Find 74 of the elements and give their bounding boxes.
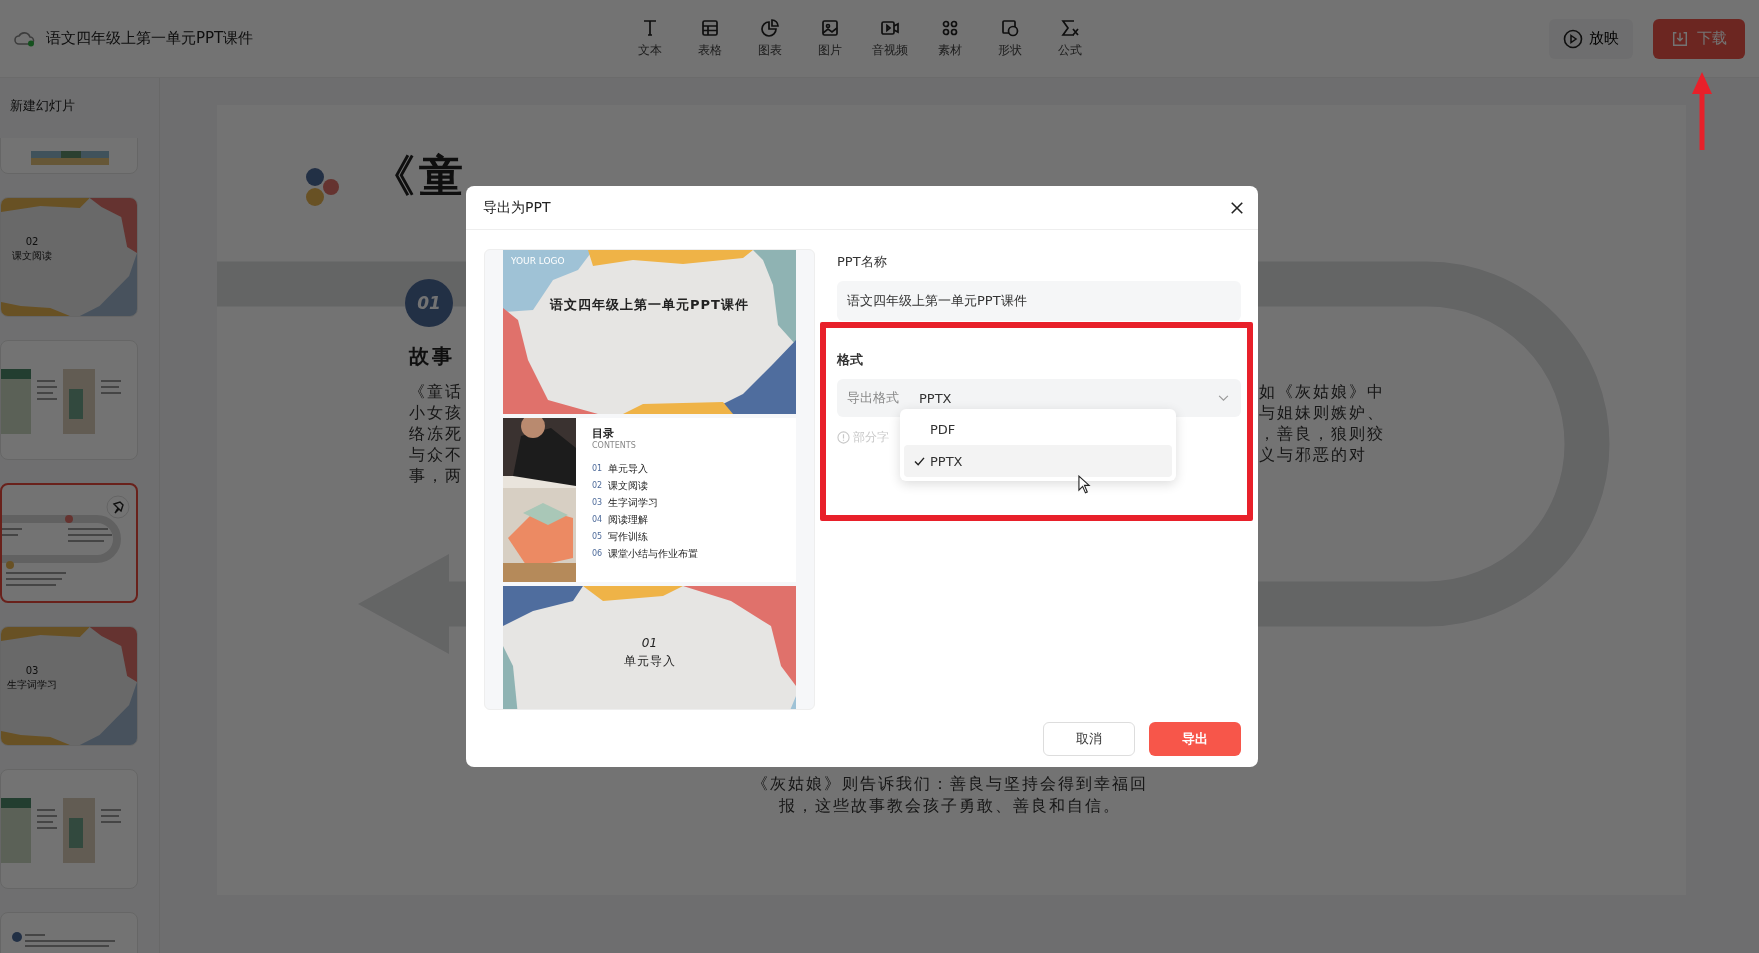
section-number: 01 (640, 636, 659, 650)
slide-text-line: 《童话 (409, 381, 463, 402)
dropdown-option[interactable]: PPTX (904, 445, 1172, 477)
slide-text-line: 与姐妹则嫉妒、 (1259, 402, 1385, 423)
contents-item: 生字词学习 (608, 496, 659, 510)
logo-text: YOUR LOGO (511, 256, 565, 266)
slide-text-line: 与众不 (409, 444, 463, 465)
check-icon (914, 457, 925, 466)
present-button[interactable]: 放映 (1549, 18, 1633, 59)
contents-number: 04 (592, 514, 603, 526)
slide-text-line: 事，两 (409, 465, 463, 486)
contents-number: 01 (592, 463, 603, 475)
section-number: 02 (25, 236, 39, 247)
section-title: 课文阅读 (12, 249, 52, 263)
cloud-icon (14, 30, 36, 47)
contents-item: 写作训练 (608, 530, 649, 544)
chevron-down-icon (1218, 394, 1229, 402)
document-title: 语文四年级上第一单元PPT课件 (46, 29, 254, 48)
new-slide-button[interactable]: 新建幻灯片 (0, 78, 140, 138)
section-title: 生字词学习 (7, 678, 57, 692)
table-icon (700, 18, 720, 38)
shapes-icon (1000, 18, 1020, 38)
slide-thumbnail[interactable]: 02 课文阅读 (0, 197, 138, 317)
contents-item: 单元导入 (608, 462, 649, 476)
download-button[interactable]: 下载 (1653, 18, 1745, 59)
toolbar-button[interactable]: 公式 (1040, 18, 1100, 59)
contents-number: 02 (592, 480, 603, 492)
slide-heading: 故事 (409, 343, 455, 370)
export-button[interactable]: 导出 (1149, 722, 1241, 756)
toolbar-button[interactable]: 音视频 (860, 18, 920, 59)
section-title: 单元导入 (622, 653, 677, 670)
slide-text-line: 《灰姑娘》则告诉我们：善良与坚持会得到幸福回 (751, 773, 1149, 795)
grid-icon (940, 18, 960, 38)
pie-chart-icon (760, 18, 780, 38)
field-label: 格式 (837, 351, 864, 369)
slide-text-line: 报，这些故事教会孩子勇敢、善良和自信。 (778, 795, 1122, 817)
number-badge: 01 (405, 279, 453, 327)
contents-item: 阅读理解 (608, 513, 649, 527)
field-label: PPT名称 (837, 253, 888, 271)
contents-subtitle: CONTENTS (592, 441, 637, 450)
toolbar-button[interactable]: 素材 (920, 18, 980, 59)
toolbar-button[interactable]: 文本 (620, 18, 680, 59)
slide-text-line: 如《灰姑娘》中 (1259, 381, 1385, 402)
dots-logo-icon (304, 167, 340, 207)
contents-item: 课堂小结与作业布置 (608, 547, 699, 561)
name-input-field[interactable]: 语文四年级上第一单元PPT课件 (837, 281, 1241, 321)
toolbar-button[interactable]: 图片 (800, 18, 860, 59)
slide-text-line: ，善良，狼则狡 (1259, 423, 1385, 444)
contents-title: 目录 (592, 426, 615, 441)
sigma-icon (1060, 18, 1080, 38)
image-icon (820, 18, 840, 38)
toolbar-button[interactable]: 表格 (680, 18, 740, 59)
dialog-title: 导出为PPT (483, 198, 551, 217)
slide-text-line: 小女孩 (409, 402, 463, 423)
cancel-button[interactable]: 取消 (1043, 722, 1135, 756)
download-icon (1671, 29, 1689, 48)
slide-title: 《童 (371, 149, 467, 203)
toolbar-button[interactable]: 形状 (980, 18, 1040, 59)
pin-icon[interactable] (106, 495, 130, 519)
slide-text-line: 义与邪恶的对 (1259, 444, 1368, 465)
contents-number: 03 (592, 497, 603, 509)
section-number: 03 (25, 665, 39, 676)
slide-thumbnail[interactable] (0, 483, 138, 603)
contents-number: 06 (592, 548, 603, 560)
slide-thumbnail[interactable]: 03 生字词学习 (0, 626, 138, 746)
toolbar-button[interactable]: 图表 (740, 18, 800, 59)
slide-text-line: 络冻死 (409, 423, 463, 444)
contents-item: 课文阅读 (608, 479, 649, 493)
close-icon[interactable] (1230, 200, 1244, 215)
cover-title: 语文四年级上第一单元PPT课件 (548, 296, 750, 314)
video-icon (880, 18, 900, 38)
contents-number: 05 (592, 531, 603, 543)
info-icon (837, 431, 850, 444)
play-icon (1563, 28, 1583, 49)
